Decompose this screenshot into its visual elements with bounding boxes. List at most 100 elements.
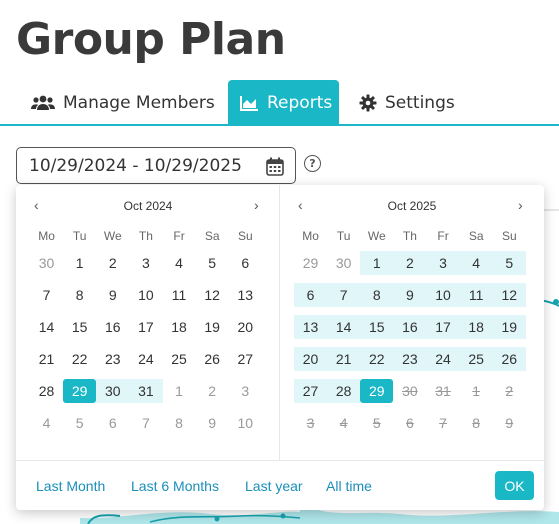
calendar-day[interactable]: 20 — [294, 347, 328, 371]
weekday-label: Fr — [173, 229, 185, 243]
calendar-day[interactable]: 4 — [459, 251, 493, 275]
calendar-day[interactable]: 30 — [96, 379, 130, 403]
calendar-day[interactable]: 21 — [327, 347, 361, 371]
weekday-label: We — [103, 229, 122, 243]
tab-label: Settings — [385, 93, 455, 113]
users-icon — [31, 95, 55, 111]
calendar-day[interactable]: 22 — [63, 347, 96, 371]
calendar-day[interactable]: 25 — [459, 347, 493, 371]
calendar-day[interactable]: 29 — [294, 251, 327, 275]
calendar-day[interactable]: 26 — [492, 347, 526, 371]
calendar-day[interactable]: 13 — [294, 315, 328, 339]
help-icon[interactable]: ? — [304, 155, 321, 172]
calendar-day[interactable]: 6 — [96, 411, 129, 435]
calendar-day[interactable]: 17 — [129, 315, 162, 339]
calendar-day[interactable]: 14 — [30, 315, 63, 339]
calendar-day[interactable]: 4 — [163, 251, 196, 275]
calendar-day[interactable]: 20 — [229, 315, 262, 339]
weekday-label: Sa — [468, 229, 484, 243]
calendar-day[interactable]: 3 — [229, 379, 262, 403]
calendar-day[interactable]: 3 — [129, 251, 162, 275]
calendar-day-selected[interactable]: 29 — [360, 379, 394, 403]
tab-manage-members[interactable]: Manage Members — [19, 80, 227, 126]
calendar-day[interactable]: 16 — [96, 315, 129, 339]
calendar-day: 30 — [402, 383, 418, 399]
calendar-day[interactable]: 4 — [30, 411, 63, 435]
weekday-label: Th — [402, 229, 417, 243]
calendar-day[interactable]: 5 — [63, 411, 96, 435]
calendar-day[interactable]: 27 — [229, 347, 262, 371]
calendar-day[interactable]: 15 — [360, 315, 394, 339]
calendar-day[interactable]: 2 — [196, 379, 229, 403]
preset-all-time[interactable]: All time — [326, 478, 372, 494]
calendar-day[interactable]: 28 — [30, 379, 63, 403]
calendar-day[interactable]: 17 — [426, 315, 460, 339]
calendar-day[interactable]: 7 — [129, 411, 162, 435]
calendar-day[interactable]: 6 — [229, 251, 262, 275]
calendar-day[interactable]: 8 — [63, 283, 96, 307]
calendar-day[interactable]: 28 — [327, 379, 361, 403]
calendar-day-selected[interactable]: 29 — [63, 379, 97, 403]
next-month-icon[interactable]: › — [254, 197, 259, 213]
calendar-day[interactable]: 23 — [96, 347, 129, 371]
calendar-day[interactable]: 27 — [294, 379, 328, 403]
tab-reports[interactable]: Reports — [228, 80, 339, 126]
calendar-day[interactable]: 16 — [393, 315, 427, 339]
weekday-header: Mo Tu We Th Fr Sa Su — [30, 229, 262, 247]
calendar-day[interactable]: 7 — [327, 283, 361, 307]
calendar-day[interactable]: 5 — [196, 251, 229, 275]
calendar-day[interactable]: 8 — [163, 411, 196, 435]
calendar-day[interactable]: 24 — [129, 347, 162, 371]
calendar-day[interactable]: 21 — [30, 347, 63, 371]
calendar-day[interactable]: 5 — [492, 251, 526, 275]
calendar-day[interactable]: 18 — [163, 315, 196, 339]
calendar-day[interactable]: 25 — [163, 347, 196, 371]
calendar-day[interactable]: 1 — [360, 251, 394, 275]
calendar-day[interactable]: 11 — [163, 283, 196, 307]
preset-last-month[interactable]: Last Month — [36, 478, 105, 494]
preset-last-6-months[interactable]: Last 6 Months — [131, 478, 219, 494]
tab-settings[interactable]: Settings — [347, 80, 467, 126]
calendar-day[interactable]: 2 — [96, 251, 129, 275]
calendar-day[interactable]: 10 — [229, 411, 262, 435]
calendar-day[interactable]: 1 — [163, 379, 196, 403]
calendar-day[interactable]: 12 — [492, 283, 526, 307]
weekday-label: Th — [138, 229, 153, 243]
preset-last-year[interactable]: Last year — [245, 478, 303, 494]
calendar-day[interactable]: 6 — [294, 283, 328, 307]
calendar-day[interactable]: 26 — [196, 347, 229, 371]
calendar-day[interactable]: 19 — [492, 315, 526, 339]
calendar-day[interactable]: 19 — [196, 315, 229, 339]
calendar-week: 13 14 15 16 17 18 19 — [294, 311, 526, 343]
calendar-day[interactable]: 9 — [393, 283, 427, 307]
calendar-day[interactable]: 9 — [96, 283, 129, 307]
calendar-day[interactable]: 12 — [196, 283, 229, 307]
calendar-day[interactable]: 9 — [196, 411, 229, 435]
calendar-day[interactable]: 10 — [129, 283, 162, 307]
calendar-day[interactable]: 22 — [360, 347, 394, 371]
calendar-day[interactable]: 7 — [30, 283, 63, 307]
calendar-day[interactable]: 15 — [63, 315, 96, 339]
calendar-week: 21 22 23 24 25 26 27 — [30, 343, 262, 375]
calendar-day[interactable]: 31 — [129, 379, 163, 403]
calendar-day[interactable]: 13 — [229, 283, 262, 307]
date-range-input[interactable]: 10/29/2024 - 10/29/2025 — [16, 147, 296, 184]
calendar-day[interactable]: 14 — [327, 315, 361, 339]
calendar-day[interactable]: 30 — [327, 251, 360, 275]
calendar-left: ‹ Oct 2024 › Mo Tu We Th Fr Sa Su 30 1 2 3 4 5 6 7 8 9 10… — [16, 185, 280, 460]
calendar-day[interactable]: 1 — [63, 251, 96, 275]
calendar-day[interactable]: 2 — [393, 251, 427, 275]
calendar-day[interactable]: 30 — [30, 251, 63, 275]
calendar-day[interactable]: 11 — [459, 283, 493, 307]
calendar-day: 31 — [435, 383, 451, 399]
calendar-day[interactable]: 24 — [426, 347, 460, 371]
calendar-day[interactable]: 3 — [426, 251, 460, 275]
ok-button[interactable]: OK — [495, 471, 534, 500]
calendar-day: 7 — [439, 415, 447, 431]
calendar-day[interactable]: 8 — [360, 283, 394, 307]
calendar-icon[interactable] — [266, 157, 284, 181]
next-month-icon[interactable]: › — [518, 197, 523, 213]
calendar-day[interactable]: 18 — [459, 315, 493, 339]
calendar-day[interactable]: 10 — [426, 283, 460, 307]
calendar-day[interactable]: 23 — [393, 347, 427, 371]
